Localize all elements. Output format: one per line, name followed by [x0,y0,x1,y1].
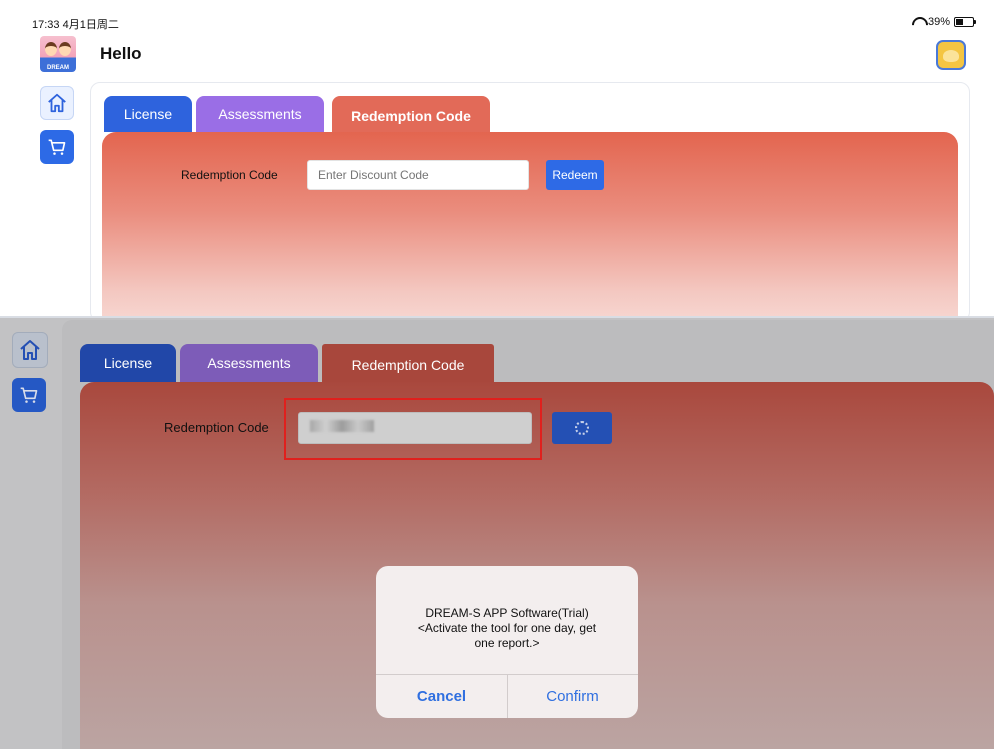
tab-redemption-code-dimmed[interactable]: Redemption Code [322,344,494,386]
cancel-button[interactable]: Cancel [376,674,507,718]
discount-code-input[interactable] [307,160,529,190]
page-title: Hello [100,44,142,63]
redeem-button-loading[interactable] [552,412,612,444]
redemption-content [102,132,958,316]
home-icon [48,93,66,113]
spinner-icon [575,421,589,435]
cart-icon [48,139,66,155]
home-icon [20,340,40,360]
avatar[interactable] [936,40,966,70]
confirm-dialog: DREAM-S APP Software(Trial) <Activate th… [376,566,638,718]
tab-license-dimmed[interactable]: License [80,344,176,382]
confirm-button[interactable]: Confirm [507,674,638,718]
tab-assessments-dimmed[interactable]: Assessments [180,344,318,382]
redeem-button[interactable]: Redeem [546,160,604,190]
highlight-box [284,398,542,460]
home-button-dimmed[interactable] [12,332,48,368]
redemption-code-label: Redemption Code [181,168,278,182]
battery-icon [954,17,976,27]
logo-text: DREAM [47,65,69,71]
cart-button[interactable] [40,130,74,164]
tab-redemption-code[interactable]: Redemption Code [332,96,490,136]
wifi-icon [912,17,924,27]
status-time: 17:33 4月1日周二 [32,19,119,31]
tab-assessments[interactable]: Assessments [196,96,324,132]
status-bar: 17:33 4月1日周二 39% [6,6,994,32]
top-screenshot: 17:33 4月1日周二 39% DREAM Hello License Ass… [6,6,994,316]
dialog-message: DREAM-S APP Software(Trial) <Activate th… [417,606,597,650]
cart-button-dimmed[interactable] [12,378,46,412]
home-button[interactable] [40,86,74,120]
battery-percent: 39% [927,16,950,28]
app-logo[interactable]: DREAM [40,36,76,72]
cart-icon [20,387,38,403]
redemption-code-label-dimmed: Redemption Code [164,420,269,435]
status-right: 39% [912,16,976,28]
tab-license[interactable]: License [104,96,192,132]
